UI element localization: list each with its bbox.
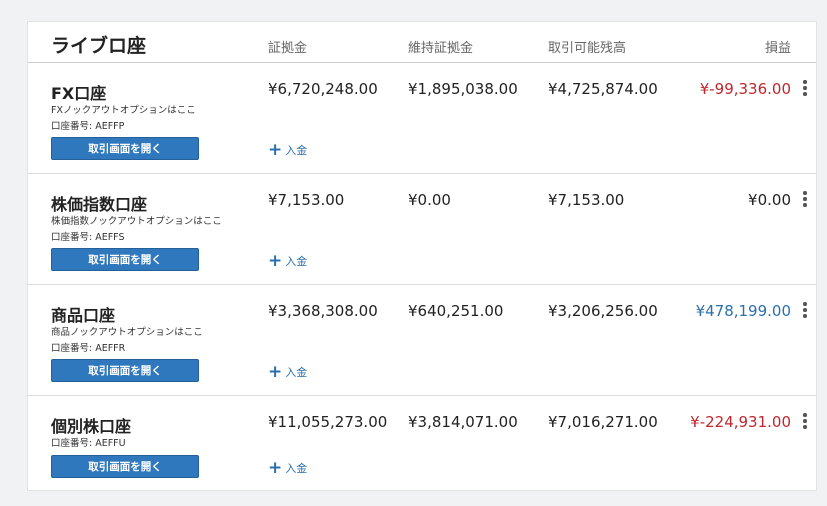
account-name: 株価指数口座 xyxy=(51,195,148,214)
account-description: FXノックアウトオプションはここ xyxy=(51,105,196,116)
open-trading-screen-button[interactable]: 取引画面を開く xyxy=(51,359,199,382)
maintenance-margin-value: ¥640,251.00 xyxy=(408,302,504,320)
available-value: ¥7,153.00 xyxy=(548,191,625,209)
plus-icon: + xyxy=(268,361,283,382)
accounts-header: ライブロ座 証拠金 維持証拠金 取引可能残高 損益 xyxy=(28,22,816,63)
maintenance-margin-value: ¥1,895,038.00 xyxy=(408,80,518,98)
page-title: ライブロ座 xyxy=(51,35,147,57)
plus-icon: + xyxy=(268,139,283,160)
margin-value: ¥3,368,308.00 xyxy=(268,302,378,320)
account-row-stock: 個別株口座 口座番号: AEFFU 取引画面を開く + 入金 ¥11,055,2… xyxy=(28,395,816,506)
kebab-icon[interactable] xyxy=(802,191,808,207)
kebab-icon[interactable] xyxy=(802,80,808,96)
deposit-link[interactable]: + 入金 xyxy=(268,250,308,271)
kebab-icon[interactable] xyxy=(802,413,808,429)
deposit-label: 入金 xyxy=(285,462,308,475)
column-header-pl: 損益 xyxy=(764,41,791,56)
margin-value: ¥6,720,248.00 xyxy=(268,80,378,98)
plus-icon: + xyxy=(268,250,283,271)
deposit-link[interactable]: + 入金 xyxy=(268,139,308,160)
pl-value: ¥-99,336.00 xyxy=(699,80,791,98)
deposit-link[interactable]: + 入金 xyxy=(268,361,308,382)
kebab-icon[interactable] xyxy=(802,302,808,318)
account-description: 商品ノックアウトオプションはここ xyxy=(51,327,203,338)
live-accounts-panel: ライブロ座 証拠金 維持証拠金 取引可能残高 損益 FX口座 FXノックアウトオ… xyxy=(27,21,817,491)
margin-value: ¥7,153.00 xyxy=(268,191,345,209)
open-trading-screen-button[interactable]: 取引画面を開く xyxy=(51,248,199,271)
account-name: 個別株口座 xyxy=(51,417,132,436)
account-number: 口座番号: AEFFS xyxy=(51,232,125,243)
deposit-label: 入金 xyxy=(285,255,308,268)
account-row-index: 株価指数口座 株価指数ノックアウトオプションはここ 口座番号: AEFFS 取引… xyxy=(28,173,816,285)
pl-value: ¥478,199.00 xyxy=(695,302,791,320)
available-value: ¥7,016,271.00 xyxy=(548,413,658,431)
account-name: FX口座 xyxy=(51,84,107,103)
column-header-margin: 証拠金 xyxy=(268,41,308,56)
pl-value: ¥0.00 xyxy=(748,191,791,209)
account-row-fx: FX口座 FXノックアウトオプションはここ 口座番号: AEFFP 取引画面を開… xyxy=(28,62,816,174)
plus-icon: + xyxy=(268,457,283,478)
maintenance-margin-value: ¥3,814,071.00 xyxy=(408,413,518,431)
column-header-available: 取引可能残高 xyxy=(548,41,627,56)
account-number: 口座番号: AEFFU xyxy=(51,438,126,449)
maintenance-margin-value: ¥0.00 xyxy=(408,191,451,209)
account-row-commodity: 商品口座 商品ノックアウトオプションはここ 口座番号: AEFFR 取引画面を開… xyxy=(28,284,816,396)
available-value: ¥3,206,256.00 xyxy=(548,302,658,320)
available-value: ¥4,725,874.00 xyxy=(548,80,658,98)
deposit-label: 入金 xyxy=(285,144,308,157)
open-trading-screen-button[interactable]: 取引画面を開く xyxy=(51,455,199,478)
account-description: 株価指数ノックアウトオプションはここ xyxy=(51,216,222,227)
column-header-maintenance-margin: 維持証拠金 xyxy=(408,41,474,56)
deposit-label: 入金 xyxy=(285,366,308,379)
pl-value: ¥-224,931.00 xyxy=(690,413,791,431)
account-name: 商品口座 xyxy=(51,306,116,325)
open-trading-screen-button[interactable]: 取引画面を開く xyxy=(51,137,199,160)
account-number: 口座番号: AEFFR xyxy=(51,343,126,354)
deposit-link[interactable]: + 入金 xyxy=(268,457,308,478)
margin-value: ¥11,055,273.00 xyxy=(268,413,388,431)
account-number: 口座番号: AEFFP xyxy=(51,121,125,132)
